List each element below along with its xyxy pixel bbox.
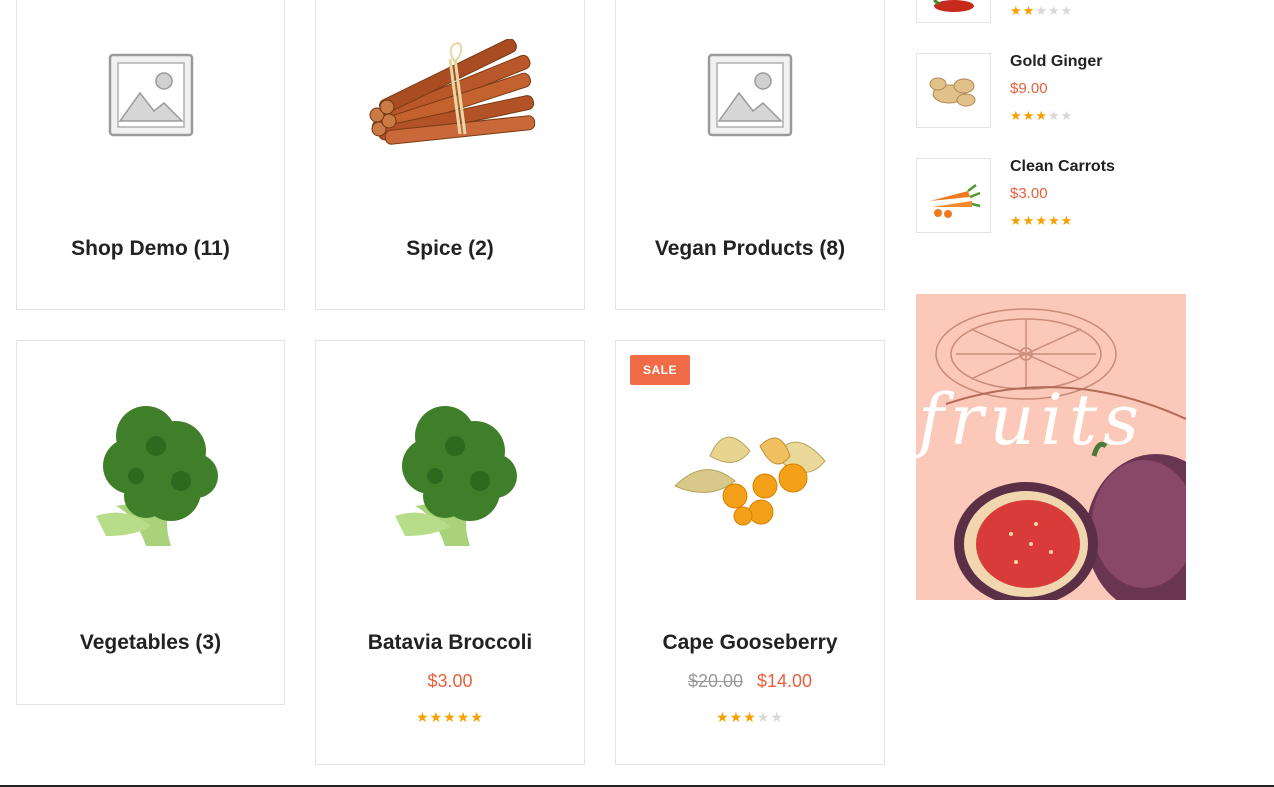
product-title[interactable]: Batavia Broccoli [316,631,584,655]
star-filled-icon: ★ [1022,108,1036,123]
star-filled-icon: ★ [1010,213,1023,228]
placeholder-image-icon [17,0,284,189]
sidebar-product-name[interactable]: Gold Ginger [1010,53,1102,71]
category-title[interactable]: Vegetables (3) [17,631,284,655]
sidebar-product-price: $9.00 [1010,80,1048,97]
sidebar-product-price: $3.00 [1010,185,1048,202]
star-empty-icon: ★ [770,709,784,725]
category-card-vegan-products[interactable]: Vegan Products (8) [615,0,885,310]
category-card-vegetables[interactable]: Vegetables (3) [16,340,285,705]
star-filled-icon: ★ [716,709,730,725]
placeholder-image-icon [616,0,884,189]
star-filled-icon: ★ [1060,213,1074,228]
product-card-batavia-broccoli[interactable]: Batavia Broccoli $3.00 ★★★★★ [315,340,585,765]
category-title[interactable]: Shop Demo (11) [17,237,284,261]
star-empty-icon: ★ [1047,3,1061,18]
star-filled-icon: ★ [443,709,457,725]
star-rating: ★★★★★ [616,709,884,726]
category-card-shop-demo[interactable]: Shop Demo (11) [16,0,285,310]
product-title[interactable]: Cape Gooseberry [616,631,884,655]
category-card-spice[interactable]: Spice (2) [315,0,585,310]
sidebar-product-partial[interactable]: ★★★★★ [916,0,1236,24]
cinnamon-image [316,0,584,189]
star-empty-icon: ★ [1060,3,1074,18]
star-filled-icon: ★ [470,709,484,725]
old-price: $20.00 [687,671,743,691]
sidebar-product-gold-ginger[interactable]: Gold Ginger $9.00 ★★★★★ [916,53,1236,129]
carrots-image [916,158,991,233]
gooseberry-image [616,381,884,571]
star-rating: ★★★★★ [316,709,584,726]
star-empty-icon: ★ [756,709,771,725]
star-rating: ★★★★★ [1010,108,1073,124]
star-filled-icon: ★ [1010,108,1023,123]
star-empty-icon: ★ [1047,108,1061,123]
star-filled-icon: ★ [1035,213,1048,228]
star-empty-icon: ★ [1035,3,1048,18]
broccoli-image [316,381,584,571]
category-title[interactable]: Spice (2) [316,237,584,261]
sidebar-product-name[interactable]: Clean Carrots [1010,158,1115,176]
star-rating: ★★★★★ [1010,213,1073,229]
star-filled-icon: ★ [456,709,471,725]
current-price: $14.00 [757,671,813,691]
star-filled-icon: ★ [1035,108,1048,123]
star-filled-icon: ★ [1022,213,1036,228]
product-price: $3.00 [316,671,584,692]
star-filled-icon: ★ [416,709,430,725]
fruits-promo-banner[interactable]: fruits [916,294,1186,600]
star-filled-icon: ★ [429,709,444,725]
category-title[interactable]: Vegan Products (8) [616,237,884,261]
broccoli-image [17,381,284,571]
ginger-image [916,53,991,128]
star-empty-icon: ★ [1060,108,1074,123]
chili-image [916,0,991,23]
star-filled-icon: ★ [743,709,757,725]
sidebar-product-clean-carrots[interactable]: Clean Carrots $3.00 ★★★★★ [916,158,1236,234]
current-price: $3.00 [427,671,473,691]
star-rating: ★★★★★ [1010,3,1073,19]
star-filled-icon: ★ [729,709,744,725]
banner-text: fruits [918,379,1145,461]
star-filled-icon: ★ [1022,3,1036,18]
star-filled-icon: ★ [1010,3,1023,18]
product-price: $20.00 $14.00 [616,671,884,692]
star-filled-icon: ★ [1047,213,1061,228]
product-card-cape-gooseberry[interactable]: SALE Cape Gooseberry $20.00 $14.00 ★★★★★ [615,340,885,765]
